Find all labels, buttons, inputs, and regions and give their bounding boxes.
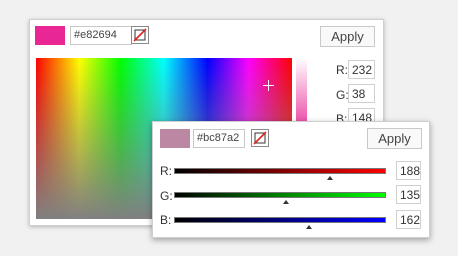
green-channel-input[interactable]: 38 <box>348 84 375 103</box>
apply-button[interactable]: Apply <box>320 26 375 47</box>
current-color-swatch <box>160 129 190 148</box>
current-color-swatch <box>35 26 65 45</box>
red-slider-track[interactable] <box>174 168 386 174</box>
red-value-input[interactable]: 188 <box>396 161 421 180</box>
crosshair-icon[interactable] <box>263 80 274 91</box>
hex-input[interactable]: #e82694 <box>70 26 132 45</box>
red-slider-thumb-icon[interactable] <box>327 176 334 180</box>
apply-button[interactable]: Apply <box>367 128 422 149</box>
no-color-icon[interactable] <box>131 26 149 44</box>
green-slider-track[interactable] <box>174 192 386 198</box>
red-slider-label: R: <box>160 164 172 178</box>
blue-slider-track[interactable] <box>174 217 386 223</box>
green-slider-label: G: <box>160 189 173 203</box>
green-channel-label: G: <box>336 88 349 102</box>
no-color-icon[interactable] <box>251 129 269 147</box>
green-value-input[interactable]: 135 <box>396 185 421 204</box>
rgb-slider-picker-panel: #bc87a2 Apply R: 188 G: 135 B: 162 <box>152 121 430 238</box>
blue-slider-label: B: <box>160 213 172 227</box>
hex-input[interactable]: #bc87a2 <box>193 129 245 148</box>
red-channel-label: R: <box>336 63 348 77</box>
blue-value-input[interactable]: 162 <box>396 210 421 229</box>
red-channel-input[interactable]: 232 <box>348 60 375 79</box>
green-slider-thumb-icon[interactable] <box>283 200 290 204</box>
blue-slider-thumb-icon[interactable] <box>305 225 312 229</box>
